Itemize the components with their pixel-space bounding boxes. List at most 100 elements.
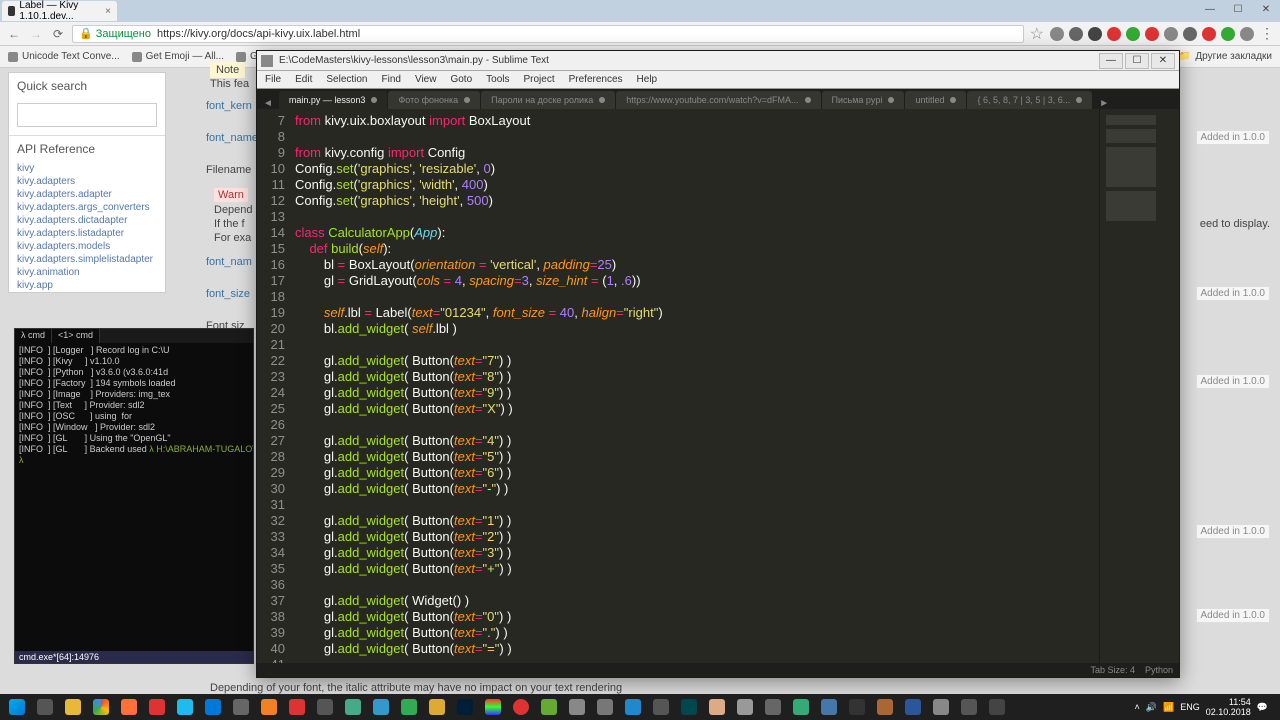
app-button[interactable] [928, 696, 954, 718]
attr-link[interactable]: font_size [206, 288, 250, 300]
tray-icon[interactable]: 📶 [1163, 702, 1174, 713]
ext-icon[interactable] [1126, 27, 1140, 41]
editor-tab[interactable]: Фото фононка [388, 91, 480, 109]
ie-button[interactable] [172, 696, 198, 718]
edge-button[interactable] [200, 696, 226, 718]
api-item[interactable]: kivy.adapters.simplelistadapter [9, 253, 165, 266]
app-button[interactable] [760, 696, 786, 718]
app-button[interactable] [340, 696, 366, 718]
taskview-button[interactable] [32, 696, 58, 718]
sublime-button[interactable] [256, 696, 282, 718]
maximize-button[interactable]: ☐ [1125, 53, 1149, 69]
app-button[interactable] [564, 696, 590, 718]
menu-goto[interactable]: Goto [444, 72, 478, 87]
terminal-tab[interactable]: λ cmd [15, 329, 52, 343]
app-button[interactable] [788, 696, 814, 718]
minimize-button[interactable]: — [1196, 0, 1224, 18]
editor-tab[interactable]: main.py — lesson3 [279, 91, 388, 109]
sublime-editor[interactable]: 7891011121314151617181920212223242526272… [257, 109, 1179, 665]
ext-icon[interactable] [1145, 27, 1159, 41]
lang-indicator[interactable]: ENG [1180, 702, 1200, 712]
menu-find[interactable]: Find [376, 72, 407, 87]
attr-link[interactable]: font_name [206, 132, 258, 144]
app-button[interactable] [620, 696, 646, 718]
ext-icon[interactable] [1183, 27, 1197, 41]
menu-tools[interactable]: Tools [480, 72, 515, 87]
sublime-titlebar[interactable]: E:\CodeMasters\kivy-lessons\lesson3\main… [257, 51, 1179, 71]
app-button[interactable] [312, 696, 338, 718]
attr-link[interactable]: font_kern [206, 100, 252, 112]
ext-icon[interactable] [1240, 27, 1254, 41]
app-button[interactable] [284, 696, 310, 718]
app-button[interactable] [844, 696, 870, 718]
bookmark-item[interactable]: Get Emoji — All... [132, 51, 224, 62]
status-tabsize[interactable]: Tab Size: 4 [1090, 665, 1135, 675]
browser-tab[interactable]: Label — Kivy 1.10.1.dev... × [2, 1, 117, 21]
api-item[interactable]: kivy.adapters [9, 175, 165, 188]
editor-tab[interactable]: { 6, 5, 8, 7 | 3, 5 | 3, 6... [967, 91, 1092, 109]
terminal-tab[interactable]: <1> cmd [52, 329, 100, 343]
tray-icon[interactable]: 🔊 [1146, 702, 1157, 713]
ext-icon[interactable] [1164, 27, 1178, 41]
app-button[interactable] [396, 696, 422, 718]
tab-scroll-left-icon[interactable]: ◄ [257, 98, 279, 109]
attr-link[interactable]: font_nam [206, 256, 252, 268]
app-button[interactable] [368, 696, 394, 718]
menu-preferences[interactable]: Preferences [563, 72, 629, 87]
url-bar[interactable]: 🔒 Защищено https://kivy.org/docs/api-kiv… [72, 25, 1024, 43]
api-item[interactable]: kivy.adapters.args_converters [9, 201, 165, 214]
ext-icon[interactable] [1202, 27, 1216, 41]
app-button[interactable] [648, 696, 674, 718]
back-button[interactable]: ← [6, 26, 22, 42]
explorer-button[interactable] [60, 696, 86, 718]
close-button[interactable]: ✕ [1252, 0, 1280, 18]
photoshop-button[interactable] [452, 696, 478, 718]
app-button[interactable] [508, 696, 534, 718]
tab-scroll-right-icon[interactable]: ► [1093, 98, 1115, 109]
code-area[interactable]: from kivy.uix.boxlayout import BoxLayout… [291, 109, 1099, 665]
menu-view[interactable]: View [409, 72, 443, 87]
star-icon[interactable]: ☆ [1030, 24, 1044, 44]
api-item[interactable]: kivy.adapters.listadapter [9, 227, 165, 240]
calc-button[interactable] [984, 696, 1010, 718]
system-tray[interactable]: ˄ 🔊 📶 ENG 11:54 02.10.2018 💬 [1135, 697, 1276, 717]
editor-tab[interactable]: https://www.youtube.com/watch?v=dFMA... [616, 91, 820, 109]
api-item[interactable]: kivy.animation [9, 266, 165, 279]
app-button[interactable] [480, 696, 506, 718]
app-button[interactable] [704, 696, 730, 718]
app-button[interactable] [732, 696, 758, 718]
menu-help[interactable]: Help [631, 72, 664, 87]
ext-icon[interactable] [1088, 27, 1102, 41]
forward-button[interactable]: → [28, 26, 44, 42]
maximize-button[interactable]: ☐ [1224, 0, 1252, 18]
minimize-button[interactable]: — [1099, 53, 1123, 69]
minimap[interactable] [1099, 109, 1179, 665]
clock[interactable]: 11:54 02.10.2018 [1206, 697, 1251, 717]
firefox-button[interactable] [116, 696, 142, 718]
api-item[interactable]: kivy.adapters.dictadapter [9, 214, 165, 227]
menu-file[interactable]: File [259, 72, 287, 87]
search-input[interactable] [17, 103, 157, 127]
menu-icon[interactable]: ⋮ [1260, 25, 1274, 42]
editor-tab[interactable]: Пароли на доске ролика [481, 91, 615, 109]
audition-button[interactable] [676, 696, 702, 718]
opera-button[interactable] [144, 696, 170, 718]
bookmark-item[interactable]: Unicode Text Conve... [8, 51, 120, 62]
app-button[interactable] [228, 696, 254, 718]
chrome-button[interactable] [88, 696, 114, 718]
ext-icon[interactable] [1050, 27, 1064, 41]
reload-button[interactable]: ⟳ [50, 26, 66, 42]
terminal-window[interactable]: λ cmd <1> cmd [INFO ] [Logger ] Record l… [14, 328, 254, 664]
start-button[interactable] [4, 696, 30, 718]
menu-edit[interactable]: Edit [289, 72, 318, 87]
app-button[interactable] [424, 696, 450, 718]
menu-selection[interactable]: Selection [320, 72, 373, 87]
status-syntax[interactable]: Python [1145, 665, 1173, 675]
app-button[interactable] [872, 696, 898, 718]
close-tab-icon[interactable]: × [105, 6, 111, 17]
api-item[interactable]: kivy.adapters.models [9, 240, 165, 253]
ext-icon[interactable] [1069, 27, 1083, 41]
editor-tab[interactable]: untitled [905, 91, 966, 109]
other-bookmarks[interactable]: 📁 Другие закладки [1179, 51, 1272, 62]
app-button[interactable] [536, 696, 562, 718]
